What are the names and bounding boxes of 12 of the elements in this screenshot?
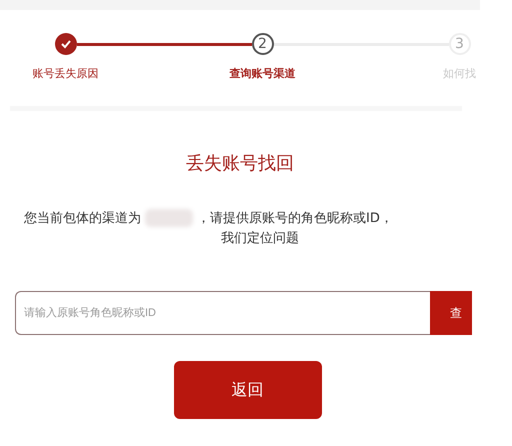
step-number: 2 — [252, 33, 274, 55]
step-number: 3 — [448, 33, 470, 55]
notice-text: 您当前包体的渠道为 — [24, 210, 141, 227]
page-title: 丢失账号找回 — [185, 152, 295, 175]
step-label: 查询账号渠道 — [230, 66, 296, 81]
blurred-channel — [145, 209, 193, 227]
notice-text: 我们定位问题 — [221, 230, 299, 247]
step-label: 账号丢失原因 — [32, 66, 98, 81]
query-button[interactable]: 查 — [430, 291, 472, 335]
input-field[interactable]: 请输入原账号角色昵称或ID — [15, 291, 430, 335]
back-button[interactable]: 返回 — [174, 361, 322, 419]
notice-text: ，请提供原账号的角色昵称或ID， — [197, 210, 393, 227]
